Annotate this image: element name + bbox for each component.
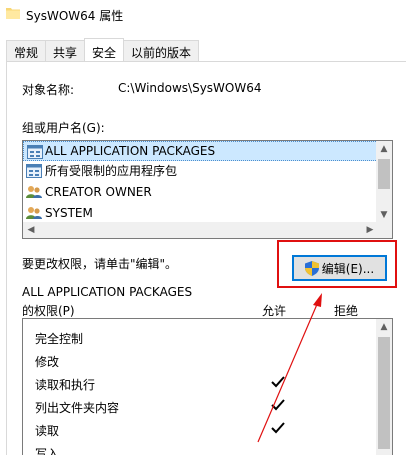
permission-name: 修改 (35, 355, 60, 369)
title-bar: SysWOW64 属性 (0, 0, 406, 31)
list-item[interactable]: 所有受限制的应用程序包 (23, 161, 378, 182)
users-icon (26, 186, 42, 198)
list-item[interactable]: CREATOR OWNER (23, 182, 378, 203)
list-item-label: ALL APPLICATION PACKAGES (45, 144, 216, 158)
groups-vertical-scrollbar[interactable]: ▲ ▼ (376, 141, 392, 223)
permission-name: 读取和执行 (35, 378, 96, 392)
tab-general[interactable]: 常规 (6, 40, 47, 61)
list-item-label: CREATOR OWNER (45, 185, 152, 199)
app-packages-icon (26, 164, 42, 178)
scroll-up-icon[interactable]: ▲ (376, 141, 392, 157)
scroll-thumb[interactable] (378, 159, 390, 189)
scroll-thumb[interactable] (378, 337, 390, 449)
tab-security[interactable]: 安全 (84, 38, 125, 61)
users-icon (26, 207, 42, 219)
table-row: 读取 (23, 419, 378, 442)
checkmark-icon (271, 376, 285, 388)
checkmark-icon (271, 399, 285, 411)
permissions-scrollbar[interactable]: ▲ (376, 319, 392, 455)
scroll-left-icon[interactable]: ◀ (23, 222, 39, 238)
object-name-label: 对象名称: (22, 83, 75, 97)
permissions-subtitle: 的权限(P) (22, 304, 75, 318)
table-row: 完全控制 (23, 327, 378, 350)
list-item-label: 所有受限制的应用程序包 (45, 164, 178, 178)
permission-name: 写入 (35, 447, 60, 455)
deny-column-header: 拒绝 (334, 304, 359, 318)
allow-column-header: 允许 (262, 304, 287, 318)
table-row: 写入 (23, 442, 378, 455)
tab-strip: 常规 共享 安全 以前的版本 (6, 38, 200, 62)
list-item-label: SYSTEM (45, 206, 93, 220)
list-item[interactable]: SYSTEM (23, 203, 378, 223)
shield-icon (304, 260, 319, 276)
table-row: 列出文件夹内容 (23, 396, 378, 419)
checkmark-icon (271, 422, 285, 434)
list-item[interactable]: ALL APPLICATION PACKAGES (23, 141, 378, 161)
permission-name: 列出文件夹内容 (35, 401, 120, 415)
tab-sharing[interactable]: 共享 (45, 40, 86, 61)
folder-icon (6, 8, 20, 19)
edit-hint: 要更改权限，请单击"编辑"。 (22, 257, 178, 271)
object-name-value: C:\Windows\SysWOW64 (118, 81, 262, 95)
window-title: SysWOW64 属性 (26, 9, 124, 23)
edit-button-label: 编辑(E)... (321, 261, 375, 276)
edit-button[interactable]: 编辑(E)... (292, 255, 387, 281)
permission-name: 完全控制 (35, 332, 84, 346)
table-row: 读取和执行 (23, 373, 378, 396)
scrollbar-corner (376, 222, 392, 238)
permission-name: 读取 (35, 424, 60, 438)
groups-listbox[interactable]: ALL APPLICATION PACKAGES 所有受限制的应用程序包 CRE… (22, 140, 393, 239)
scroll-up-icon[interactable]: ▲ (376, 319, 392, 335)
scroll-down-icon[interactable]: ▼ (376, 207, 392, 223)
table-row: 修改 (23, 350, 378, 373)
app-packages-icon (27, 145, 43, 159)
tab-previous-versions[interactable]: 以前的版本 (123, 40, 200, 61)
groups-label: 组或用户名(G): (22, 121, 105, 135)
groups-horizontal-scrollbar[interactable]: ◀ ▶ (23, 222, 378, 238)
permissions-title: ALL APPLICATION PACKAGES (22, 285, 193, 299)
permissions-table: 完全控制 修改 读取和执行 列出文件夹内容 读取 写入 ▲ (22, 318, 393, 455)
